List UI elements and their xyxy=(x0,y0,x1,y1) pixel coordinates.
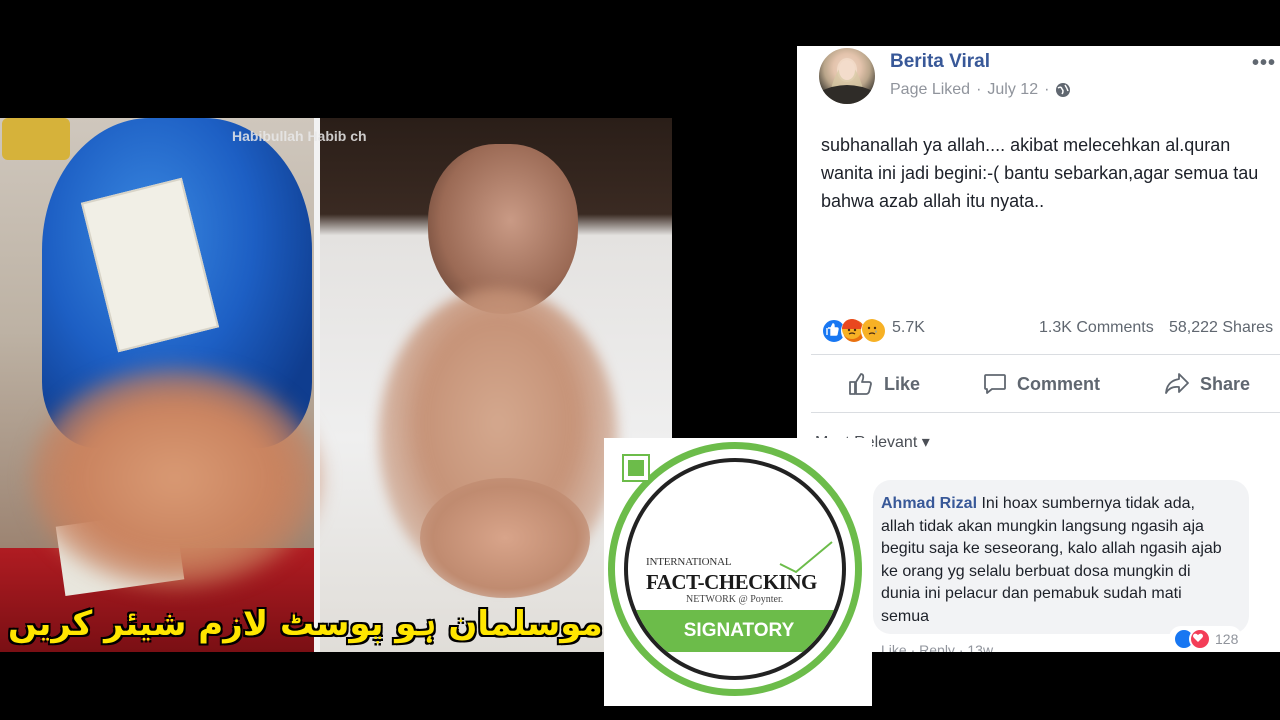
comment-author-link[interactable]: Ahmad Rizal xyxy=(881,495,977,512)
comment-icon xyxy=(984,374,1006,394)
page-liked-status[interactable]: Page Liked xyxy=(890,81,970,99)
badge-line-international: INTERNATIONAL xyxy=(646,556,732,568)
comment-text: Ahmad Rizal Ini hoax sumbernya tidak ada… xyxy=(881,493,1231,628)
more-options-icon[interactable]: ••• xyxy=(1252,52,1276,75)
comment-body: Ini hoax sumbernya tidak ada, allah tida… xyxy=(881,495,1222,625)
sad-icon xyxy=(861,318,887,344)
comment-label: Comment xyxy=(1017,373,1101,394)
post-date[interactable]: July 12 xyxy=(987,81,1038,99)
badge-inner-circle: INTERNATIONAL FACT-CHECKING NETWORK @ Po… xyxy=(624,458,846,680)
share-arrow-icon xyxy=(1165,373,1189,394)
comment-reactions[interactable]: 128 xyxy=(1169,626,1243,652)
blurred-area xyxy=(30,368,320,588)
divider xyxy=(811,354,1280,355)
ifcn-logo-icon xyxy=(622,454,650,482)
share-count[interactable]: 58,222 Shares xyxy=(1169,319,1273,337)
meta-separator: · xyxy=(1044,81,1050,98)
photo-caption: تم موسلمان ہو پوسٹ لازم شیئر کریں xyxy=(8,604,654,644)
photo-watermark: Habibullah Habib ch xyxy=(232,128,367,144)
ifcn-signatory-badge: INTERNATIONAL FACT-CHECKING NETWORK @ Po… xyxy=(604,438,872,706)
globe-icon xyxy=(1056,83,1071,97)
comment-time[interactable]: 13w xyxy=(967,642,993,652)
like-button[interactable]: Like xyxy=(848,372,920,396)
meta-separator: · xyxy=(976,81,982,98)
badge-line-fact-checking: FACT-CHECKING xyxy=(646,570,817,594)
thumbs-up-icon xyxy=(849,373,872,395)
comment-reaction-count: 128 xyxy=(1215,631,1239,647)
badge-line-network: NETWORK @ Poynter. xyxy=(686,594,784,605)
telephone-object xyxy=(2,118,70,160)
comment-reply-link[interactable]: Reply xyxy=(919,642,955,652)
viral-photo: Habibullah Habib ch تم موسلمان ہو پوسٹ ل… xyxy=(0,118,672,652)
heart-icon xyxy=(1189,628,1211,650)
like-label: Like xyxy=(884,373,921,394)
comment-count[interactable]: 1.3K Comments xyxy=(1039,319,1154,337)
comment-like-link[interactable]: Like xyxy=(881,642,907,652)
page-name-link[interactable]: Berita Viral xyxy=(890,51,990,73)
share-button[interactable]: Share xyxy=(1164,372,1250,396)
reaction-icons[interactable] xyxy=(821,318,887,344)
avatar[interactable] xyxy=(819,48,875,104)
comment-button[interactable]: Comment xyxy=(983,372,1100,396)
share-label: Share xyxy=(1200,373,1251,394)
signatory-label: SIGNATORY xyxy=(683,620,795,641)
comment-actions: Like · Reply · 13w xyxy=(881,642,993,652)
post-text: subhanallah ya allah.... akibat melecehk… xyxy=(821,135,1259,211)
divider xyxy=(811,412,1280,413)
post-meta: Page Liked · July 12 · xyxy=(890,81,1071,99)
reaction-count[interactable]: 5.7K xyxy=(892,319,925,337)
